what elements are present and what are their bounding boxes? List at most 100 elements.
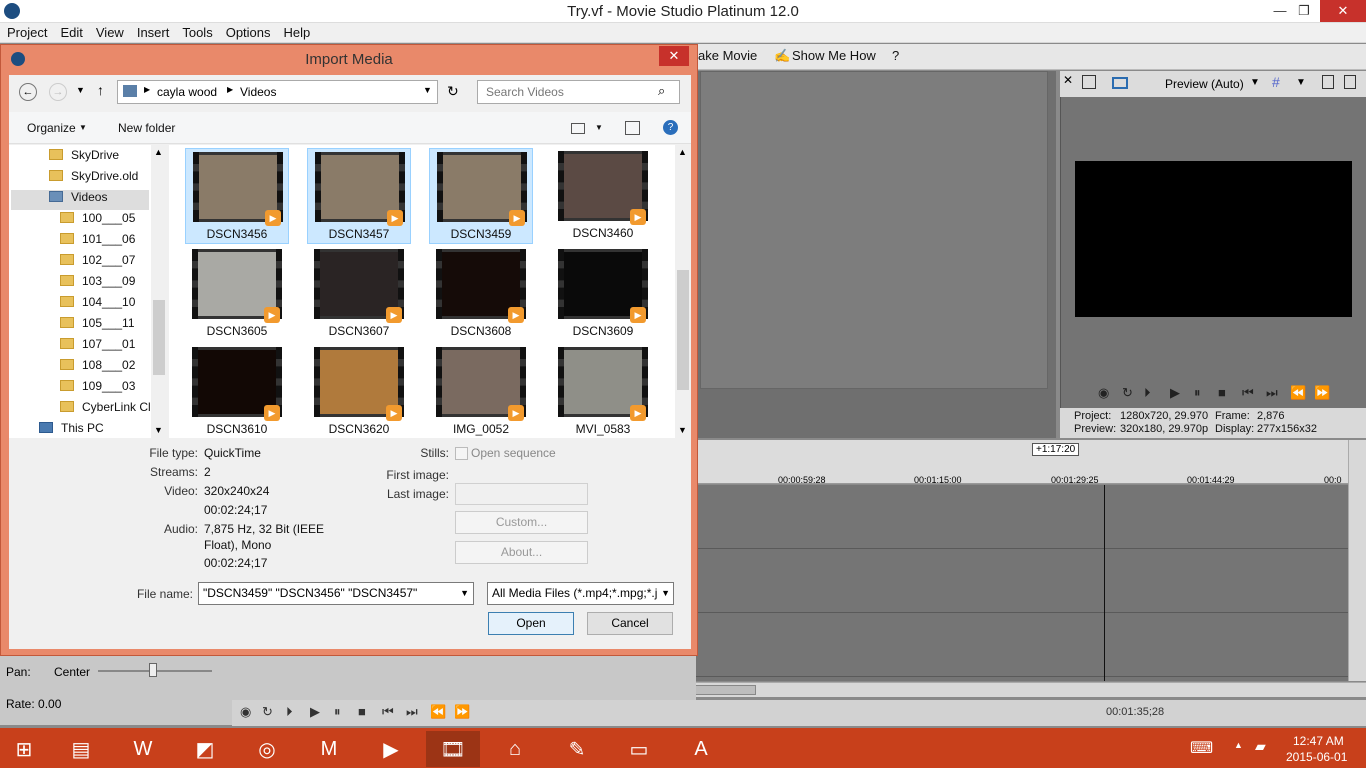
breadcrumb-user[interactable]: cayla wood <box>157 85 217 99</box>
play-icon[interactable]: ▶ <box>1170 385 1180 401</box>
malwarebytes-icon[interactable]: M <box>302 731 356 767</box>
go-to-end-icon[interactable]: ⏭ <box>406 704 418 720</box>
next-frame-icon[interactable]: ⏩ <box>454 704 470 720</box>
menu-insert[interactable]: Insert <box>130 23 176 40</box>
chrome-icon[interactable]: ◎ <box>240 731 294 767</box>
file-thumbnail[interactable]: ▶ DSCN3459 <box>429 148 533 244</box>
nav-item-folder[interactable]: 103___09 <box>60 274 135 294</box>
forward-arrow-icon[interactable]: → <box>49 83 67 101</box>
chevron-down-icon[interactable]: ▼ <box>423 85 432 95</box>
pause-icon[interactable]: ⏸ <box>1194 385 1201 401</box>
scroll-down-icon[interactable]: ▼ <box>678 425 687 435</box>
clock-time[interactable]: 12:47 AM <box>1293 734 1344 748</box>
properties-icon[interactable] <box>1082 75 1096 89</box>
next-frame-icon[interactable]: ⏩ <box>1314 385 1330 401</box>
pan-slider-handle[interactable] <box>149 663 157 677</box>
timeline-tracks[interactable] <box>696 485 1348 681</box>
file-thumbnail[interactable]: ▶ IMG_0052 <box>429 344 533 440</box>
file-thumbnail[interactable]: ▶ DSCN3457 <box>307 148 411 244</box>
network-icon[interactable]: ▰ <box>1255 738 1266 755</box>
scroll-thumb[interactable] <box>153 300 165 375</box>
video-track[interactable] <box>696 549 1348 613</box>
make-movie-button[interactable]: ake Movie <box>698 48 757 63</box>
wordpad-icon[interactable]: A <box>674 731 728 767</box>
up-arrow-icon[interactable]: ↑ <box>97 82 104 98</box>
pause-icon[interactable]: ⏸ <box>334 704 341 720</box>
open-button[interactable]: Open <box>488 612 574 635</box>
save-snapshot-icon[interactable] <box>1344 75 1356 89</box>
paint-icon[interactable]: ✎ <box>550 731 604 767</box>
wondershare-icon[interactable]: W <box>116 731 170 767</box>
nav-item-folder[interactable]: 108___02 <box>60 358 135 378</box>
nav-item-skydrive[interactable]: SkyDrive <box>49 148 119 168</box>
prev-frame-icon[interactable]: ⏪ <box>430 704 446 720</box>
refresh-icon[interactable]: ↻ <box>447 83 459 100</box>
nav-item-folder[interactable]: 100___05 <box>60 211 135 231</box>
nav-item-videos[interactable]: Videos <box>11 190 149 210</box>
show-me-how-button[interactable]: Show Me How <box>792 48 876 63</box>
new-folder-button[interactable]: New folder <box>118 121 175 135</box>
menu-help[interactable]: Help <box>277 23 317 40</box>
menu-project[interactable]: Project <box>0 23 53 40</box>
nav-item-this-pc[interactable]: This PC <box>39 421 104 441</box>
breadcrumb-videos[interactable]: Videos <box>240 85 276 99</box>
file-pane-scrollbar[interactable]: ▲ ▼ <box>675 145 691 438</box>
monitor-icon[interactable] <box>1112 77 1128 89</box>
scroll-up-icon[interactable]: ▲ <box>678 147 687 157</box>
nav-item-folder[interactable]: 107___01 <box>60 337 135 357</box>
timeline-ruler[interactable]: +1:17:20 00:00:59:28 00:01:15:00 00:01:2… <box>696 440 1348 485</box>
menu-view[interactable]: View <box>89 23 130 40</box>
recent-locations-icon[interactable]: ▼ <box>76 85 85 95</box>
play-from-start-icon[interactable]: ⏵ <box>1144 385 1151 401</box>
file-name-field[interactable]: "DSCN3459" "DSCN3456" "DSCN3457" ▼ <box>198 582 474 605</box>
file-thumbnail[interactable]: ▶ DSCN3620 <box>307 344 411 440</box>
media-player-icon[interactable]: ▶ <box>364 731 418 767</box>
about-button[interactable]: About... <box>455 541 588 564</box>
chevron-down-icon[interactable]: ▼ <box>595 123 603 132</box>
scroll-up-icon[interactable]: ▲ <box>154 147 163 157</box>
app-icon[interactable]: ◩ <box>178 731 232 767</box>
prev-frame-icon[interactable]: ⏪ <box>1290 385 1306 401</box>
timeline-vertical-scrollbar[interactable] <box>1348 440 1366 681</box>
nav-item-folder[interactable]: CyberLink Clc <box>60 400 150 420</box>
menu-edit[interactable]: Edit <box>53 23 88 40</box>
file-explorer-icon[interactable]: ▤ <box>54 731 108 767</box>
custom-button[interactable]: Custom... <box>455 511 588 534</box>
chevron-down-icon[interactable]: ▼ <box>661 583 670 604</box>
address-bar[interactable]: ▶ cayla wood ▶ Videos ▼ <box>117 80 438 104</box>
play-icon[interactable]: ▶ <box>310 704 320 720</box>
open-sequence-checkbox[interactable] <box>455 447 468 460</box>
file-thumbnail[interactable]: ▶ DSCN3460 <box>551 148 655 244</box>
nav-scrollbar[interactable]: ▲ ▼ <box>151 145 167 438</box>
nav-item-folder[interactable]: 109___03 <box>60 379 135 399</box>
stop-icon[interactable]: ■ <box>358 704 366 719</box>
audio-track[interactable] <box>696 613 1348 677</box>
help-icon[interactable]: ? <box>663 120 678 135</box>
store-icon[interactable]: ⌂ <box>488 731 542 767</box>
playhead[interactable] <box>1104 485 1105 681</box>
chevron-up-icon[interactable]: ▲ <box>1234 740 1243 750</box>
chevron-down-icon[interactable]: ▼ <box>1296 77 1306 88</box>
start-button[interactable]: ⊞ <box>0 731 48 767</box>
record-icon[interactable]: ◉ <box>240 704 251 720</box>
go-to-start-icon[interactable]: ⏮ <box>1242 385 1254 401</box>
play-from-start-icon[interactable]: ⏵ <box>286 704 293 720</box>
nav-item-folder[interactable]: 104___10 <box>60 295 135 315</box>
search-icon[interactable]: ⌕ <box>658 83 665 99</box>
preview-pane-icon[interactable] <box>625 121 640 135</box>
preview-close-icon[interactable]: ✕ <box>1063 73 1073 87</box>
record-icon[interactable]: ◉ <box>1098 385 1109 401</box>
back-arrow-icon[interactable]: ← <box>19 83 37 101</box>
stop-icon[interactable]: ■ <box>1218 385 1226 400</box>
menu-tools[interactable]: Tools <box>175 23 218 40</box>
keyboard-icon[interactable]: ⌨ <box>1190 738 1213 758</box>
nav-item-folder[interactable]: 101___06 <box>60 232 135 252</box>
grid-icon[interactable]: # <box>1272 74 1280 90</box>
last-image-field[interactable] <box>455 483 588 505</box>
chevron-down-icon[interactable]: ▼ <box>1250 77 1260 88</box>
menu-options[interactable]: Options <box>219 23 277 40</box>
nav-item-folder[interactable]: 105___11 <box>60 316 135 336</box>
loop-icon[interactable]: ↻ <box>262 704 273 720</box>
file-thumbnail[interactable]: ▶ DSCN3607 <box>307 246 411 342</box>
change-view-icon[interactable] <box>571 123 585 134</box>
